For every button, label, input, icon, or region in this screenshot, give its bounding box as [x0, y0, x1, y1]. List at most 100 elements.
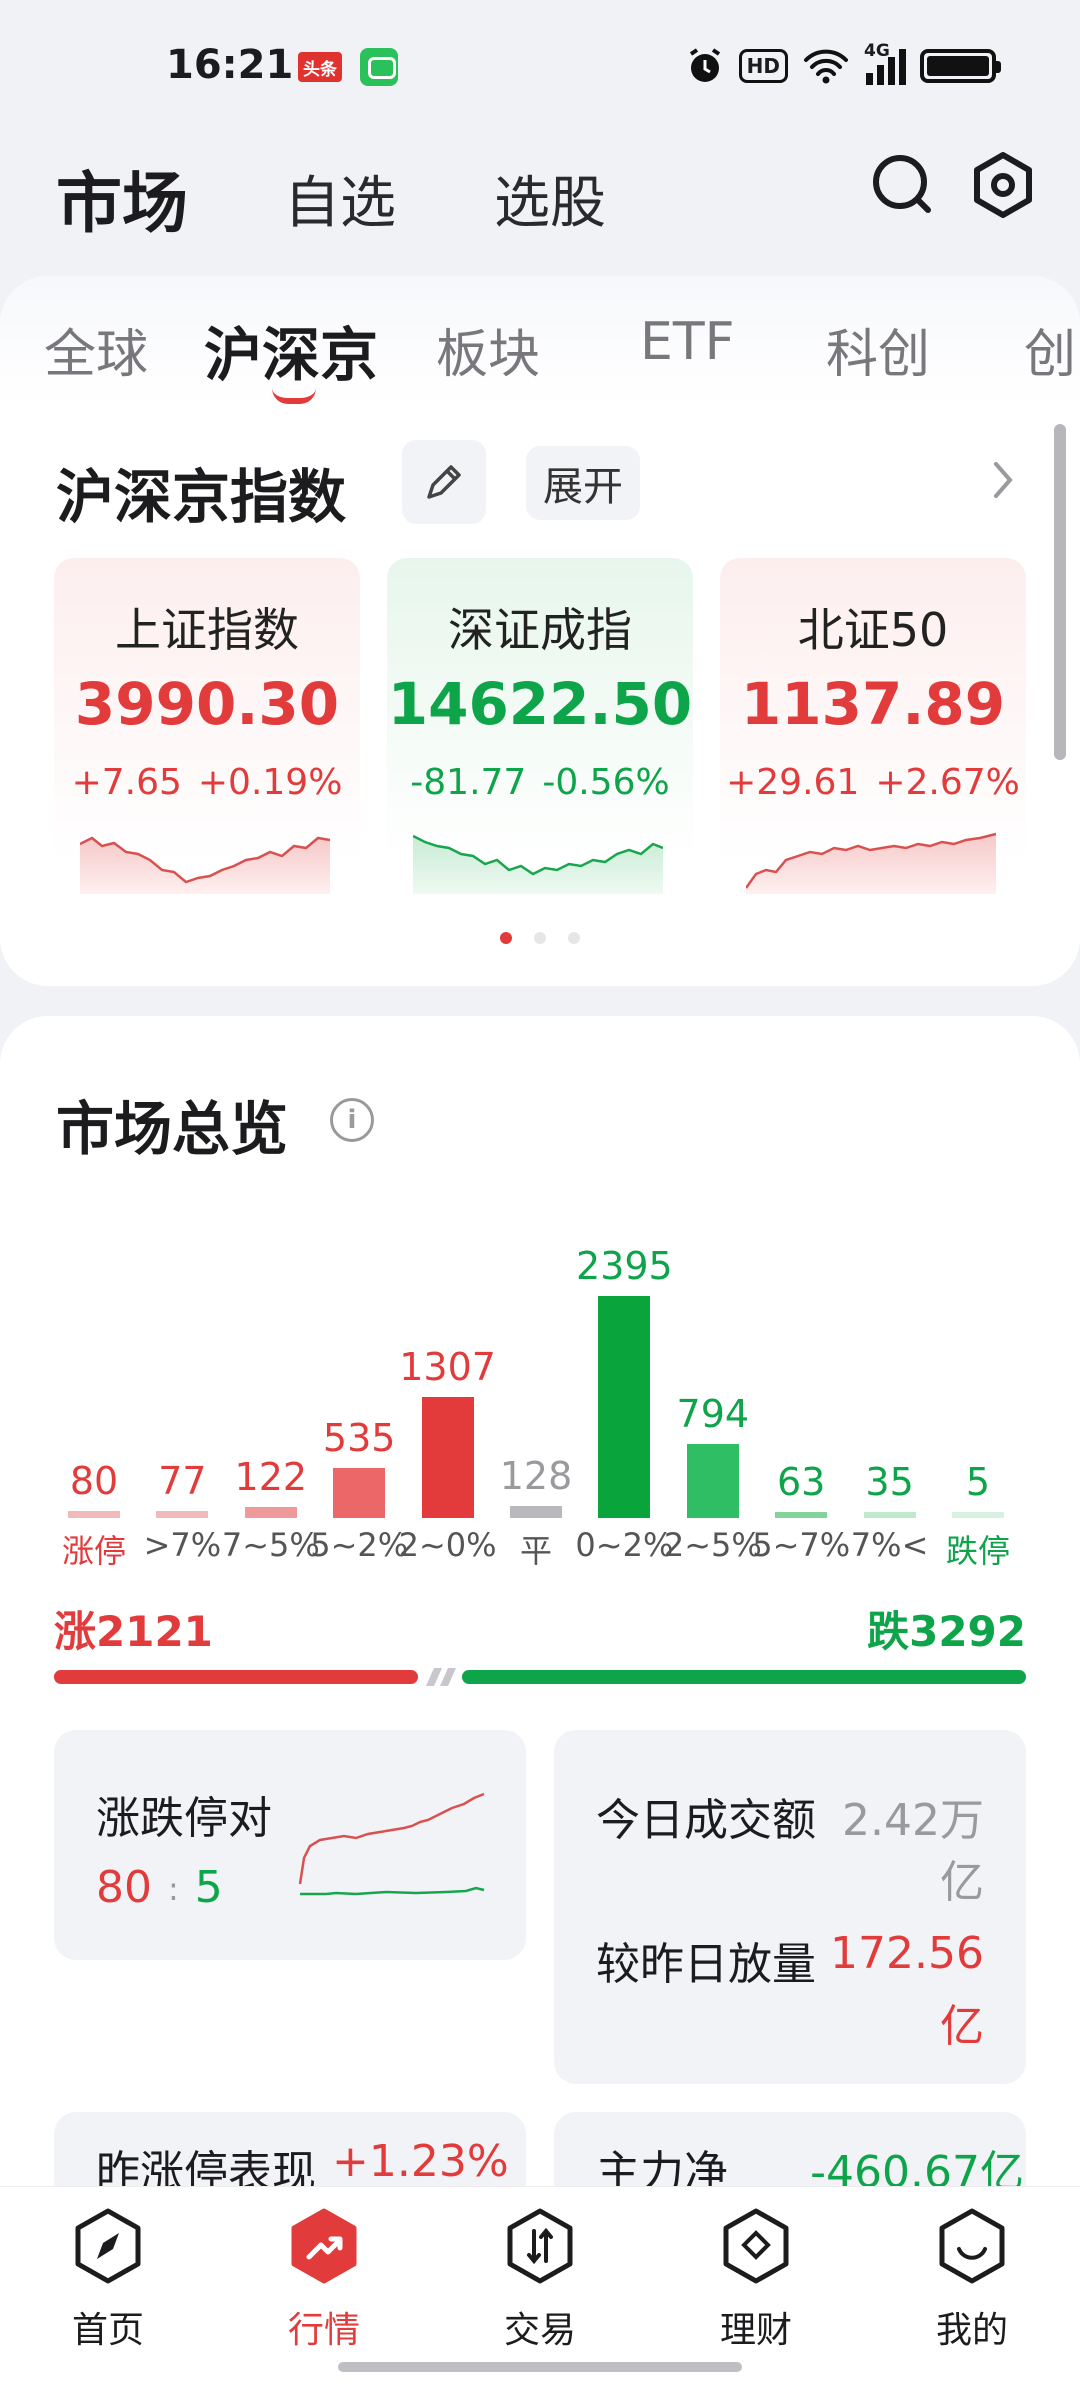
distribution-count: 5: [965, 1460, 991, 1504]
index-change: +7.65: [71, 762, 182, 803]
segment-tab-sector[interactable]: 板块: [436, 312, 540, 387]
distribution-label: 2~0%: [398, 1526, 497, 1564]
search-icon[interactable]: [868, 150, 938, 220]
limit-pair-minichart: [298, 1792, 485, 1896]
battery-icon: [920, 49, 1001, 83]
index-card-beijing[interactable]: 北证50 1137.89 +29.61 +2.67%: [720, 558, 1026, 916]
distribution-label: 7~5%: [221, 1526, 320, 1564]
status-time: 16:21: [166, 42, 294, 88]
pencil-icon: [427, 465, 461, 499]
index-percent: +0.19%: [197, 762, 343, 803]
distribution-count: 128: [499, 1454, 573, 1498]
distribution-label: 涨停: [61, 1532, 126, 1570]
turnover-label: 今日成交额: [596, 1795, 816, 1846]
segment-tab-a-share[interactable]: 沪深京: [204, 308, 378, 392]
distribution-label: 7%<: [850, 1526, 929, 1564]
index-value: 3990.30: [74, 670, 340, 738]
volume-delta-unit: 亿: [940, 2001, 984, 2052]
nav-wealth[interactable]: 理财: [686, 2207, 826, 2353]
nav-label: 我的: [935, 2310, 1008, 2351]
tab-stock-picker[interactable]: 选股: [494, 158, 606, 239]
message-app-icon: [360, 48, 398, 86]
distribution-bar: [510, 1506, 562, 1518]
distribution-bar: [775, 1512, 828, 1518]
ratio-bar-separator: [418, 1668, 462, 1686]
signal-icon: 4G: [864, 41, 906, 85]
nav-trade[interactable]: 交易: [470, 2207, 610, 2353]
index-name: 深证成指: [448, 603, 632, 657]
scrollbar[interactable]: [1054, 424, 1066, 760]
news-app-badge: 头条: [298, 52, 342, 82]
fall-count-label: 跌3292: [867, 1607, 1026, 1656]
rise-count-label: 涨2121: [54, 1607, 213, 1656]
index-sparkline: [80, 836, 330, 894]
distribution-count: 1307: [399, 1345, 496, 1389]
distribution-count: 794: [676, 1392, 750, 1436]
distribution-bar: [244, 1507, 297, 1518]
settings-icon[interactable]: [968, 150, 1038, 220]
wifi-icon: [804, 49, 848, 84]
segment-tab-star[interactable]: 科创: [826, 312, 930, 387]
indices-section-title: 沪深京指数: [56, 463, 347, 531]
segment-tab-global[interactable]: 全球: [44, 312, 148, 387]
profile-icon: [939, 2208, 1005, 2284]
chevron-right-icon[interactable]: [992, 460, 1016, 500]
nav-label: 交易: [503, 2310, 576, 2351]
rise-fall-distribution-chart: 80 涨停 77 >7% 122 7~5% 535 5~2% 1307 2~0% 128 平 2395 0…: [0, 1200, 1080, 1580]
index-card-shenzhen[interactable]: 深证成指 14622.50 -81.77 -0.56%: [387, 558, 693, 916]
yesterday-limit-value: +1.23%: [332, 2136, 509, 2187]
home-indicator[interactable]: [338, 2362, 742, 2372]
limit-pair-title: 涨跌停对: [96, 1793, 272, 1844]
index-percent: +2.67%: [875, 762, 1020, 803]
pager-dot: [500, 932, 512, 944]
limit-pair-separator: :: [168, 1870, 179, 1908]
distribution-label: 5~7%: [752, 1526, 851, 1564]
segment-tab-gem[interactable]: 创: [1024, 312, 1076, 387]
wealth-icon: [723, 2208, 789, 2284]
limit-up-count: 80: [96, 1862, 152, 1913]
distribution-bar: [686, 1444, 739, 1518]
index-sparkline: [746, 832, 996, 894]
hd-icon: HD: [738, 49, 788, 83]
index-value: 1137.89: [740, 670, 1006, 738]
index-percent: -0.56%: [542, 762, 670, 803]
distribution-bar: [68, 1511, 120, 1518]
volume-delta-value: 172.56: [830, 1928, 984, 1979]
rise-ratio-bar: [54, 1670, 418, 1684]
segment-tab-etf[interactable]: ETF: [640, 312, 735, 372]
index-change: +29.61: [726, 762, 860, 803]
index-name: 北证50: [797, 603, 949, 657]
index-name: 上证指数: [115, 603, 299, 657]
distribution-label: 5~2%: [310, 1526, 409, 1564]
nav-market[interactable]: 行情: [254, 2207, 394, 2353]
volume-delta-label: 较昨日放量: [596, 1939, 816, 1990]
edit-button[interactable]: [402, 440, 486, 524]
nav-home[interactable]: 首页: [38, 2207, 178, 2353]
status-icons: HD 4G: [685, 41, 1001, 86]
exchange-icon: [507, 2208, 573, 2284]
page-title: 市场: [56, 165, 188, 242]
nav-label: 理财: [719, 2310, 792, 2351]
limit-down-count: 5: [194, 1862, 223, 1913]
tab-watchlist[interactable]: 自选: [284, 158, 396, 239]
nav-profile[interactable]: 我的: [902, 2207, 1042, 2353]
distribution-label: 2~5%: [663, 1526, 762, 1564]
nav-label: 首页: [71, 2310, 144, 2351]
turnover-value: 2.42万: [842, 1795, 984, 1846]
distribution-count: 2395: [576, 1244, 673, 1288]
distribution-label: >7%: [143, 1526, 222, 1564]
limit-pair-values: 80 : 5: [96, 1862, 223, 1913]
index-change: -81.77: [410, 762, 527, 803]
overview-title: 市场总览: [56, 1095, 289, 1163]
trend-icon: [291, 2208, 357, 2284]
pager-dot: [568, 932, 580, 944]
carousel-pager[interactable]: [500, 932, 580, 944]
nav-label: 行情: [287, 2310, 360, 2351]
expand-button[interactable]: 展开: [526, 446, 640, 520]
distribution-bar: [598, 1296, 651, 1518]
distribution-bar: [156, 1511, 209, 1518]
distribution-label: 0~2%: [575, 1526, 674, 1564]
index-card-shanghai[interactable]: 上证指数 3990.30 +7.65 +0.19%: [54, 558, 360, 916]
distribution-label: 跌停: [945, 1532, 1010, 1570]
info-icon[interactable]: i: [330, 1098, 374, 1142]
